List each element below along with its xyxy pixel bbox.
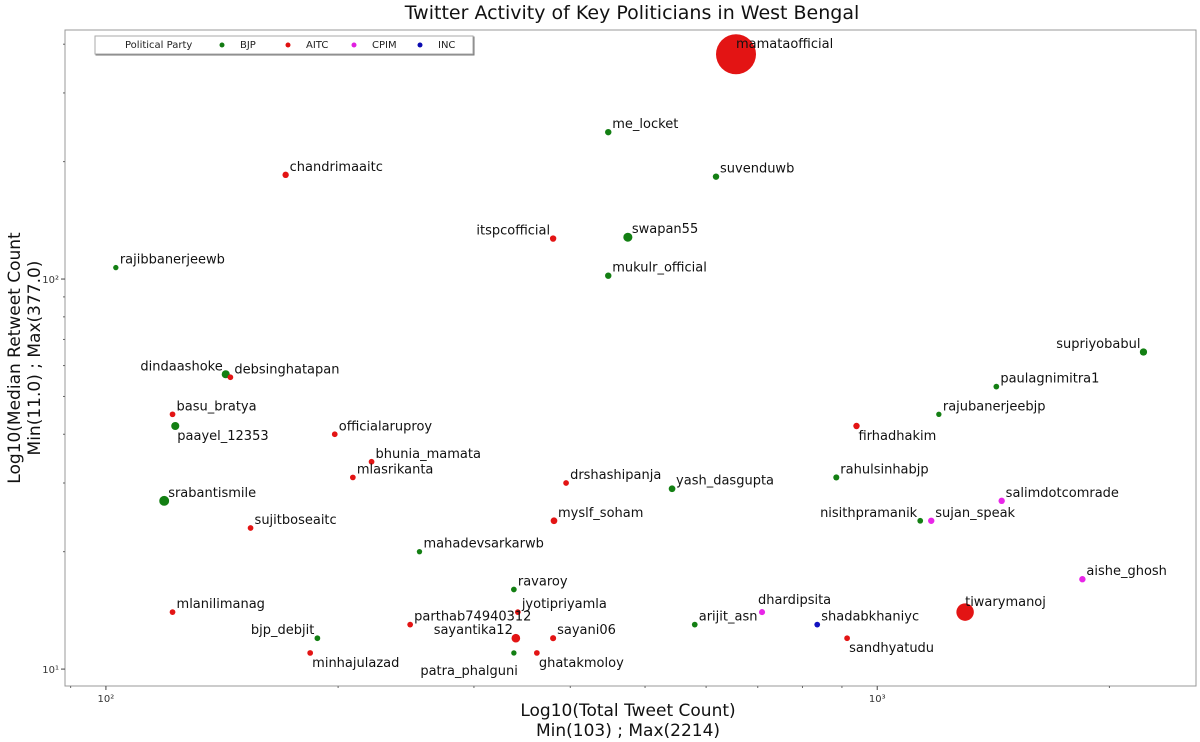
- point-mukulr_official: [605, 272, 612, 279]
- point-shadabkhaniyc: [814, 621, 821, 628]
- point-label: drshashipanja: [570, 468, 661, 483]
- point-label: rajibbanerjeewb: [120, 253, 225, 268]
- point-label: supriyobabul: [1056, 337, 1140, 352]
- point-rajibbanerjeewb: [113, 264, 119, 271]
- point-label: sayani06: [557, 623, 616, 638]
- point-mlasrikanta: [349, 474, 356, 481]
- point-label: salimdotcomrade: [1006, 486, 1119, 501]
- point-label: me_locket: [612, 117, 678, 132]
- point-label: sujan_speak: [935, 506, 1015, 521]
- point-label: yash_dasgupta: [676, 474, 774, 489]
- point-sujan_speak: [928, 517, 935, 524]
- point-dhardipsita: [758, 609, 766, 616]
- chart-title: Twitter Activity of Key Politicians in W…: [404, 2, 860, 24]
- point-drshashipanja: [563, 480, 569, 486]
- point-label: itspcofficial: [476, 224, 550, 239]
- point-sayani06: [550, 635, 557, 642]
- point-label: bjp_debjit: [251, 623, 314, 638]
- legend-label: AITC: [306, 40, 328, 51]
- point-label: sujitboseaitc: [255, 513, 337, 528]
- x-tick-label: 10²: [98, 694, 115, 705]
- point-label: arijit_asn: [699, 610, 758, 625]
- point-label: officialaruproy: [339, 419, 433, 434]
- point-label: tiwarymanoj: [965, 595, 1046, 610]
- y-tick-label: 10¹: [42, 665, 59, 676]
- point-label: patra_phalguni: [420, 664, 518, 679]
- point-label: sayantika12: [434, 623, 513, 638]
- legend: Political Party BJP AITC CPIM INC: [94, 35, 474, 55]
- point-label: minhajulazad: [312, 656, 399, 671]
- point-label: dindaashoke: [140, 359, 222, 374]
- point-label: mamataofficial: [736, 37, 833, 52]
- legend-marker-inc: [417, 42, 423, 48]
- x-tick-label: 10³: [869, 694, 886, 705]
- point-patra_phalguni: [511, 650, 517, 656]
- point-myslf_soham: [550, 517, 558, 525]
- point-label: mlanilimanag: [177, 597, 265, 612]
- point-label: mahadevsarkarwb: [423, 537, 543, 552]
- point-supriyobabul: [1139, 348, 1148, 356]
- point-debsinghatapan: [227, 374, 234, 381]
- scatter-chart: Twitter Activity of Key Politicians in W…: [5, 2, 1197, 741]
- point-label: sandhyatudu: [849, 641, 934, 656]
- point-label: bhunia_mamata: [376, 447, 481, 462]
- y-axis-sublabel: Min(11.0) ; Max(377.0): [25, 261, 45, 456]
- point-rajubanerjeebjp: [936, 411, 942, 417]
- point-label: ghatakmoloy: [539, 656, 624, 671]
- point-label: paayel_12353: [177, 429, 268, 444]
- point-label: shadabkhaniyc: [821, 610, 919, 625]
- point-label: chandrimaaitc: [290, 160, 383, 175]
- legend-title: Political Party: [125, 40, 192, 51]
- point-basu_bratya: [169, 411, 176, 418]
- point-label: aishe_ghosh: [1086, 564, 1167, 579]
- legend-marker-cpim: [351, 42, 357, 48]
- point-label: srabantismile: [168, 486, 256, 501]
- x-axis-label: Log10(Total Tweet Count): [520, 701, 735, 721]
- x-axis-sublabel: Min(103) ; Max(2214): [536, 721, 720, 741]
- point-label: mukulr_official: [612, 261, 707, 276]
- point-label: basu_bratya: [177, 399, 257, 414]
- point-me_locket: [605, 128, 612, 136]
- point-label: myslf_soham: [558, 506, 643, 521]
- point-label: rajubanerjeebjp: [943, 399, 1046, 414]
- point-label: dhardipsita: [758, 593, 831, 608]
- point-minhajulazad: [307, 650, 314, 656]
- point-mahadevsarkarwb: [416, 548, 423, 555]
- point-label: mlasrikanta: [357, 462, 434, 477]
- point-label: suvenduwb: [720, 162, 794, 177]
- legend-marker-bjp: [219, 42, 225, 48]
- point-officialaruproy: [331, 431, 338, 438]
- legend-label: BJP: [240, 40, 256, 51]
- point-mlanilimanag: [169, 609, 176, 615]
- point-chandrimaaitc: [282, 171, 289, 179]
- point-arijit_asn: [691, 621, 698, 628]
- point-aishe_ghosh: [1079, 576, 1086, 583]
- point-label: ravaroy: [518, 574, 568, 589]
- point-ghatakmoloy: [533, 650, 540, 656]
- legend-label: INC: [438, 40, 455, 51]
- point-paulagnimitra1: [993, 383, 1000, 390]
- point-itspcofficial: [549, 235, 557, 242]
- point-yash_dasgupta: [668, 485, 676, 493]
- point-sujitboseaitc: [247, 525, 254, 531]
- point-label: swapan55: [632, 222, 698, 237]
- point-label: paulagnimitra1: [1000, 372, 1099, 387]
- point-nisithpramanik: [917, 517, 924, 524]
- point-label: rahulsinhabjp: [840, 462, 928, 477]
- point-salimdotcomrade: [998, 497, 1005, 505]
- point-parthab74940312: [407, 621, 414, 628]
- point-suvenduwb: [712, 173, 720, 180]
- point-label: jyotipriyamla: [521, 597, 607, 612]
- legend-marker-aitc: [285, 42, 291, 48]
- legend-label: CPIM: [372, 40, 397, 51]
- point-ravaroy: [511, 586, 517, 593]
- point-label: nisithpramanik: [820, 506, 918, 521]
- y-axis-label: Log10(Median Retweet Count: [5, 232, 25, 484]
- point-bjp_debjit: [314, 635, 321, 642]
- point-rahulsinhabjp: [833, 474, 840, 481]
- point-label: firhadhakim: [858, 429, 936, 444]
- point-label: debsinghatapan: [234, 362, 339, 377]
- point-sandhyatudu: [844, 635, 850, 642]
